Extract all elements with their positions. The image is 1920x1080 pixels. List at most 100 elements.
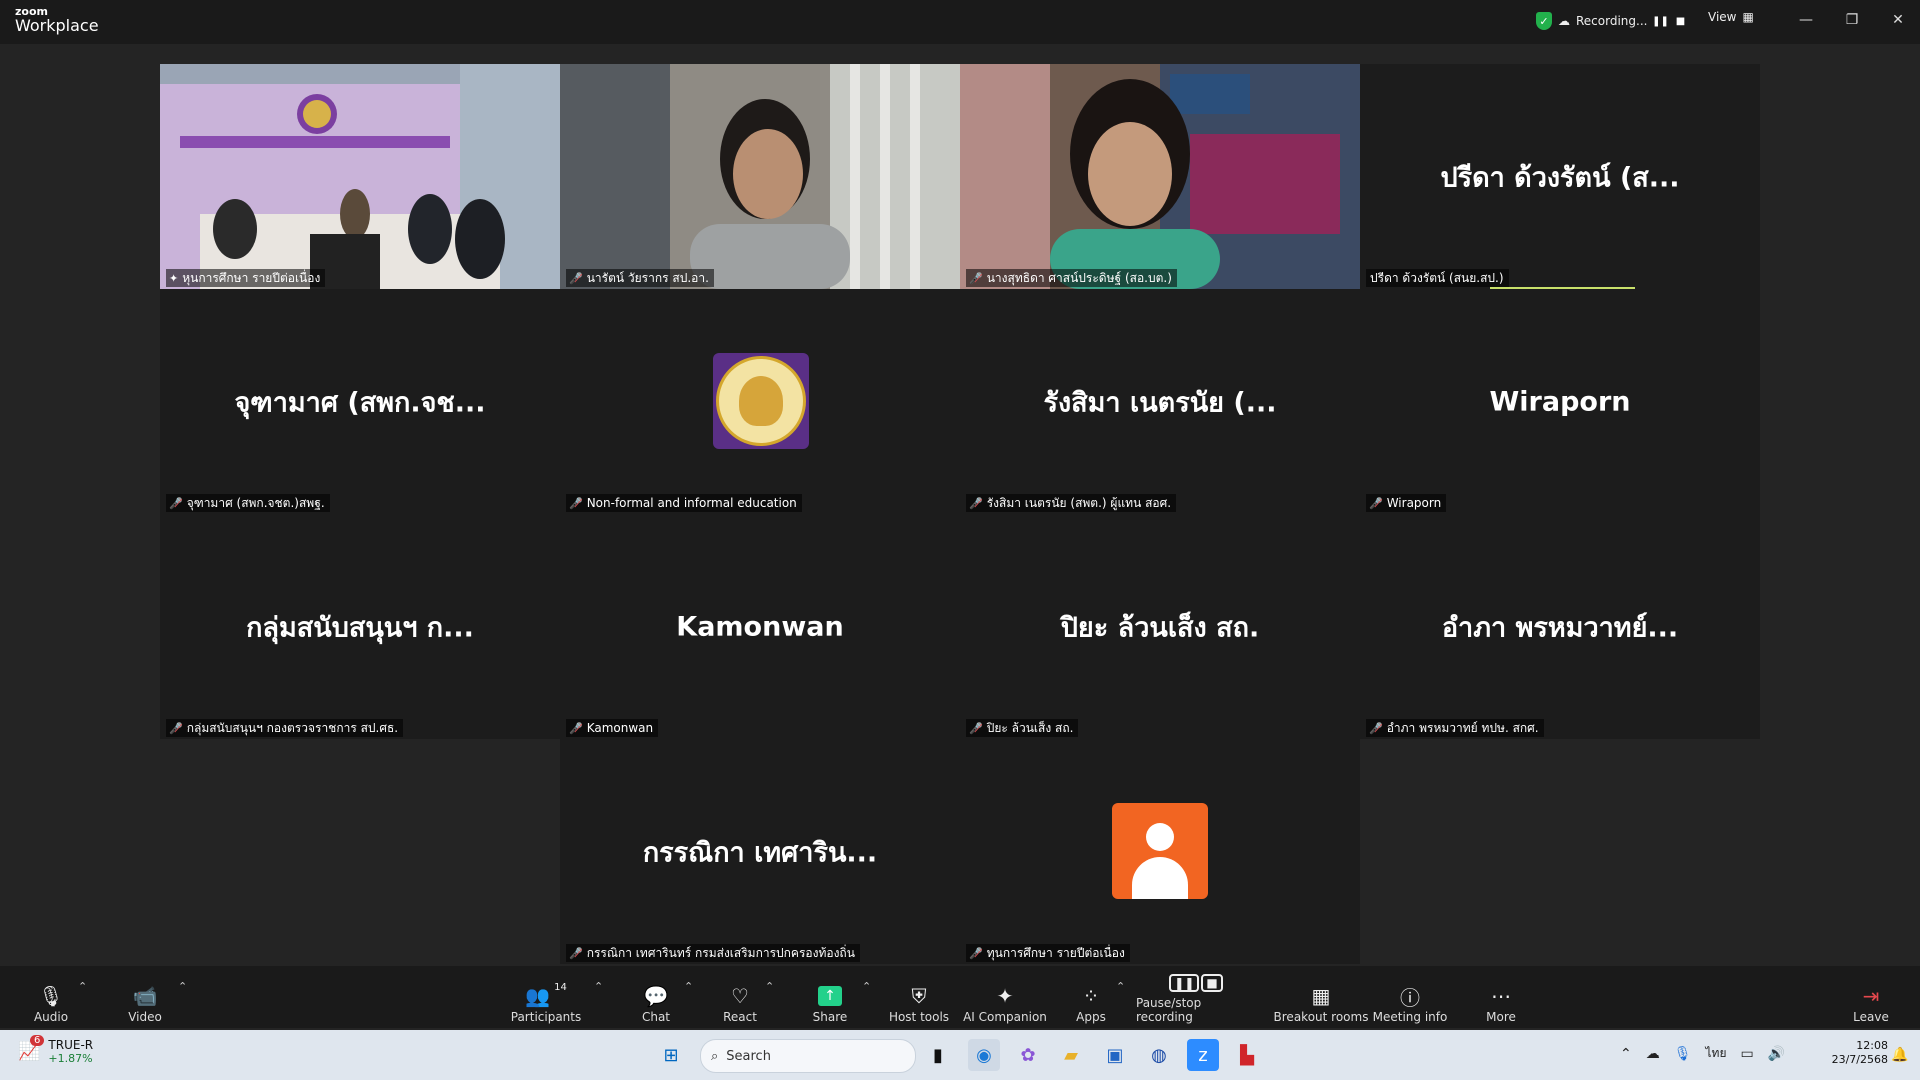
windows-taskbar: 📈 6 TRUE-R +1.87% ⊞ ⌕ Search ▮ ◉ ✿ ▰ ▣ ◍… xyxy=(0,1030,1920,1080)
participant-name-label: 🎤̸ จุฑามาศ (สพก.จชต.)สพฐ. xyxy=(166,494,330,512)
stock-name: TRUE-R xyxy=(48,1038,94,1052)
stock-chart-icon: 📈 6 xyxy=(18,1035,45,1062)
brand-big: Workplace xyxy=(15,16,99,35)
default-avatar-icon xyxy=(1112,803,1208,899)
encryption-shield-icon[interactable]: ✓ xyxy=(1536,12,1552,30)
stock-widget[interactable]: 📈 6 TRUE-R +1.87% xyxy=(18,1035,94,1066)
zoom-logo: zoom Workplace xyxy=(15,6,99,34)
minimize-icon[interactable]: — xyxy=(1786,8,1826,32)
department-seal-avatar xyxy=(713,353,809,449)
participant-display-name: อำภา พรหมวาทย์... xyxy=(1441,612,1679,643)
microphone-tray-icon[interactable]: 🎙 xyxy=(1674,1046,1692,1062)
pause-stop-recording-button[interactable]: ❚❚ ■ Pause/stop recording xyxy=(1136,970,1256,1024)
search-placeholder: Search xyxy=(726,1048,771,1064)
input-language[interactable]: ไทย xyxy=(1706,1044,1727,1063)
name-tile[interactable]: ปรีดา ด้วงรัตน์ (ส... ปรีดา ด้วงรัตน์ (ส… xyxy=(1360,64,1760,289)
onedrive-icon[interactable]: ☁ xyxy=(1646,1046,1660,1062)
view-button[interactable]: View ▦ xyxy=(1708,10,1754,24)
close-icon[interactable]: ✕ xyxy=(1878,8,1918,32)
clock[interactable]: 12:08 23/7/2568 xyxy=(1812,1039,1888,1068)
host-shield-icon: ⛨ xyxy=(911,984,927,1008)
notifications-icon[interactable]: 🔔 xyxy=(1884,1039,1916,1071)
name-tile[interactable]: กลุ่มสนับสนุนฯ ก... 🎤̸ กลุ่มสนับสนุนฯ กอ… xyxy=(160,514,560,739)
participant-display-name: กลุ่มสนับสนุนฯ ก... xyxy=(246,612,474,643)
apps-button[interactable]: ⁘ Apps xyxy=(1046,970,1136,1024)
breakout-rooms-button[interactable]: ▦ Breakout rooms xyxy=(1266,970,1376,1024)
view-label: View xyxy=(1708,10,1737,24)
mic-muted-icon: 🎤̸ xyxy=(169,496,183,510)
restore-icon[interactable]: ❐ xyxy=(1832,8,1872,32)
participant-name-label: 🎤̸ นารัตน์ วัยรากร สป.อา. xyxy=(566,269,714,287)
ai-companion-button[interactable]: ✦ AI Companion xyxy=(960,970,1050,1024)
participant-display-name: รังสิมา เนตรนัย (... xyxy=(1043,387,1277,418)
audio-button[interactable]: 🎙 Audio xyxy=(6,970,96,1024)
participant-video xyxy=(560,64,960,289)
name-tile[interactable]: กรรณิกา เทศาริน... 🎤̸ กรรณิกา เทศารินทร์… xyxy=(560,739,960,964)
tray-overflow-icon[interactable]: ⌃ xyxy=(1620,1046,1632,1062)
more-icon: ⋯ xyxy=(1491,984,1511,1008)
meeting-toolbar: 🎙 Audio ⌃ 📹 Video ⌃ 👥 14 Participants ⌃ 💬… xyxy=(0,966,1920,1028)
avatar-tile[interactable]: 🎤̸ Non-formal and informal education xyxy=(560,289,960,514)
video-tile[interactable]: ✦ หุนการศึกษา รายปีต่อเนื่อง xyxy=(160,64,560,289)
microsoft-store-icon[interactable]: ▣ xyxy=(1099,1039,1131,1071)
participant-display-name: ปรีดา ด้วงรัตน์ (ส... xyxy=(1440,162,1680,193)
name-tile[interactable]: รังสิมา เนตรนัย (... 🎤̸ รังสิมา เนตรนัย … xyxy=(960,289,1360,514)
file-explorer-icon[interactable]: ▰ xyxy=(1055,1039,1087,1071)
mic-muted-icon: 🎤̸ xyxy=(569,946,583,960)
video-tile[interactable]: 🎤̸ นางสุทธิดา ศาสน์ประดิษฐ์ (สอ.บต.) xyxy=(960,64,1360,289)
name-tile[interactable]: Wiraporn 🎤̸ Wiraporn xyxy=(1360,289,1760,514)
volume-icon[interactable]: 🔊 xyxy=(1768,1046,1785,1062)
audio-options-caret-icon[interactable]: ⌃ xyxy=(78,980,87,993)
participant-display-name: จุฑามาศ (สพก.จช... xyxy=(234,387,486,418)
network-icon[interactable]: ▭ xyxy=(1741,1046,1754,1062)
more-button[interactable]: ⋯ More xyxy=(1456,970,1546,1024)
notification-badge: 6 xyxy=(30,1035,45,1047)
avatar-tile[interactable]: 🎤̸ ทุนการศึกษา รายปีต่อเนื่อง xyxy=(960,739,1360,964)
pause-recording-icon[interactable]: ❚❚ xyxy=(1652,14,1669,28)
copilot-icon[interactable]: ✿ xyxy=(1012,1039,1044,1071)
clock-date: 23/7/2568 xyxy=(1831,1053,1888,1067)
share-caret-icon[interactable]: ⌃ xyxy=(862,980,871,993)
zoom-app-icon[interactable]: z xyxy=(1187,1039,1219,1071)
video-tile[interactable]: 🎤̸ นารัตน์ วัยรากร สป.อา. xyxy=(560,64,960,289)
meeting-room-video xyxy=(160,64,560,289)
apps-caret-icon[interactable]: ⌃ xyxy=(1116,980,1125,993)
participants-caret-icon[interactable]: ⌃ xyxy=(594,980,603,993)
mic-muted-icon: 🎤̸ xyxy=(1369,496,1383,510)
participant-video xyxy=(960,64,1360,289)
mic-muted-icon: 🎤̸ xyxy=(169,721,183,735)
participants-count: 14 xyxy=(554,982,567,993)
chat-icon: 💬 xyxy=(643,984,669,1008)
name-tile[interactable]: จุฑามาศ (สพก.จช... 🎤̸ จุฑามาศ (สพก.จชต.)… xyxy=(160,289,560,514)
host-tools-button[interactable]: ⛨ Host tools xyxy=(874,970,964,1024)
windows-start-icon[interactable]: ⊞ xyxy=(655,1039,687,1071)
participant-display-name: ปิยะ ล้วนเส็ง สถ. xyxy=(1060,612,1260,643)
participants-button[interactable]: 👥 14 Participants xyxy=(501,970,591,1024)
pdf-reader-icon[interactable]: ▙ xyxy=(1231,1039,1263,1071)
mic-muted-icon: 🎤̸ xyxy=(1369,721,1383,735)
name-tile[interactable]: Kamonwan 🎤̸ Kamonwan xyxy=(560,514,960,739)
chat-caret-icon[interactable]: ⌃ xyxy=(684,980,693,993)
react-button[interactable]: ♡ React xyxy=(695,970,785,1024)
react-caret-icon[interactable]: ⌃ xyxy=(765,980,774,993)
clock-time: 12:08 xyxy=(1856,1039,1888,1052)
webex-icon[interactable]: ◍ xyxy=(1143,1039,1175,1071)
edge-browser-icon[interactable]: ◉ xyxy=(968,1039,1000,1071)
video-options-caret-icon[interactable]: ⌃ xyxy=(178,980,187,993)
name-tile[interactable]: ปิยะ ล้วนเส็ง สถ. 🎤̸ ปิยะ ล้วนเส็ง สถ. xyxy=(960,514,1360,739)
taskbar-search-box[interactable]: ⌕ Search xyxy=(700,1039,916,1073)
leave-button[interactable]: ⇥ Leave xyxy=(1826,970,1916,1024)
participant-name-label: 🎤̸ นางสุทธิดา ศาสน์ประดิษฐ์ (สอ.บต.) xyxy=(966,269,1177,287)
recording-label: Recording... xyxy=(1576,14,1648,28)
meeting-info-button[interactable]: ⓘ Meeting info xyxy=(1365,970,1455,1025)
name-tile[interactable]: อำภา พรหมวาทย์... 🎤̸ อำภา พรหมวาทย์ ทปษ.… xyxy=(1360,514,1760,739)
grid-icon: ▦ xyxy=(1742,10,1754,24)
chat-button[interactable]: 💬 Chat xyxy=(611,970,701,1024)
task-view-icon[interactable]: ▮ xyxy=(922,1039,954,1071)
stop-recording-icon[interactable]: ■ xyxy=(1673,14,1687,28)
pause-stop-icon: ❚❚ ■ xyxy=(1169,970,1223,996)
mic-muted-icon: 🎤̸ xyxy=(969,721,983,735)
system-tray: ⌃ ☁ 🎙 ไทย ▭ 🔊 xyxy=(1620,1044,1785,1063)
video-button[interactable]: 📹 Video xyxy=(100,970,190,1024)
share-button[interactable]: ↑ Share xyxy=(785,970,875,1024)
